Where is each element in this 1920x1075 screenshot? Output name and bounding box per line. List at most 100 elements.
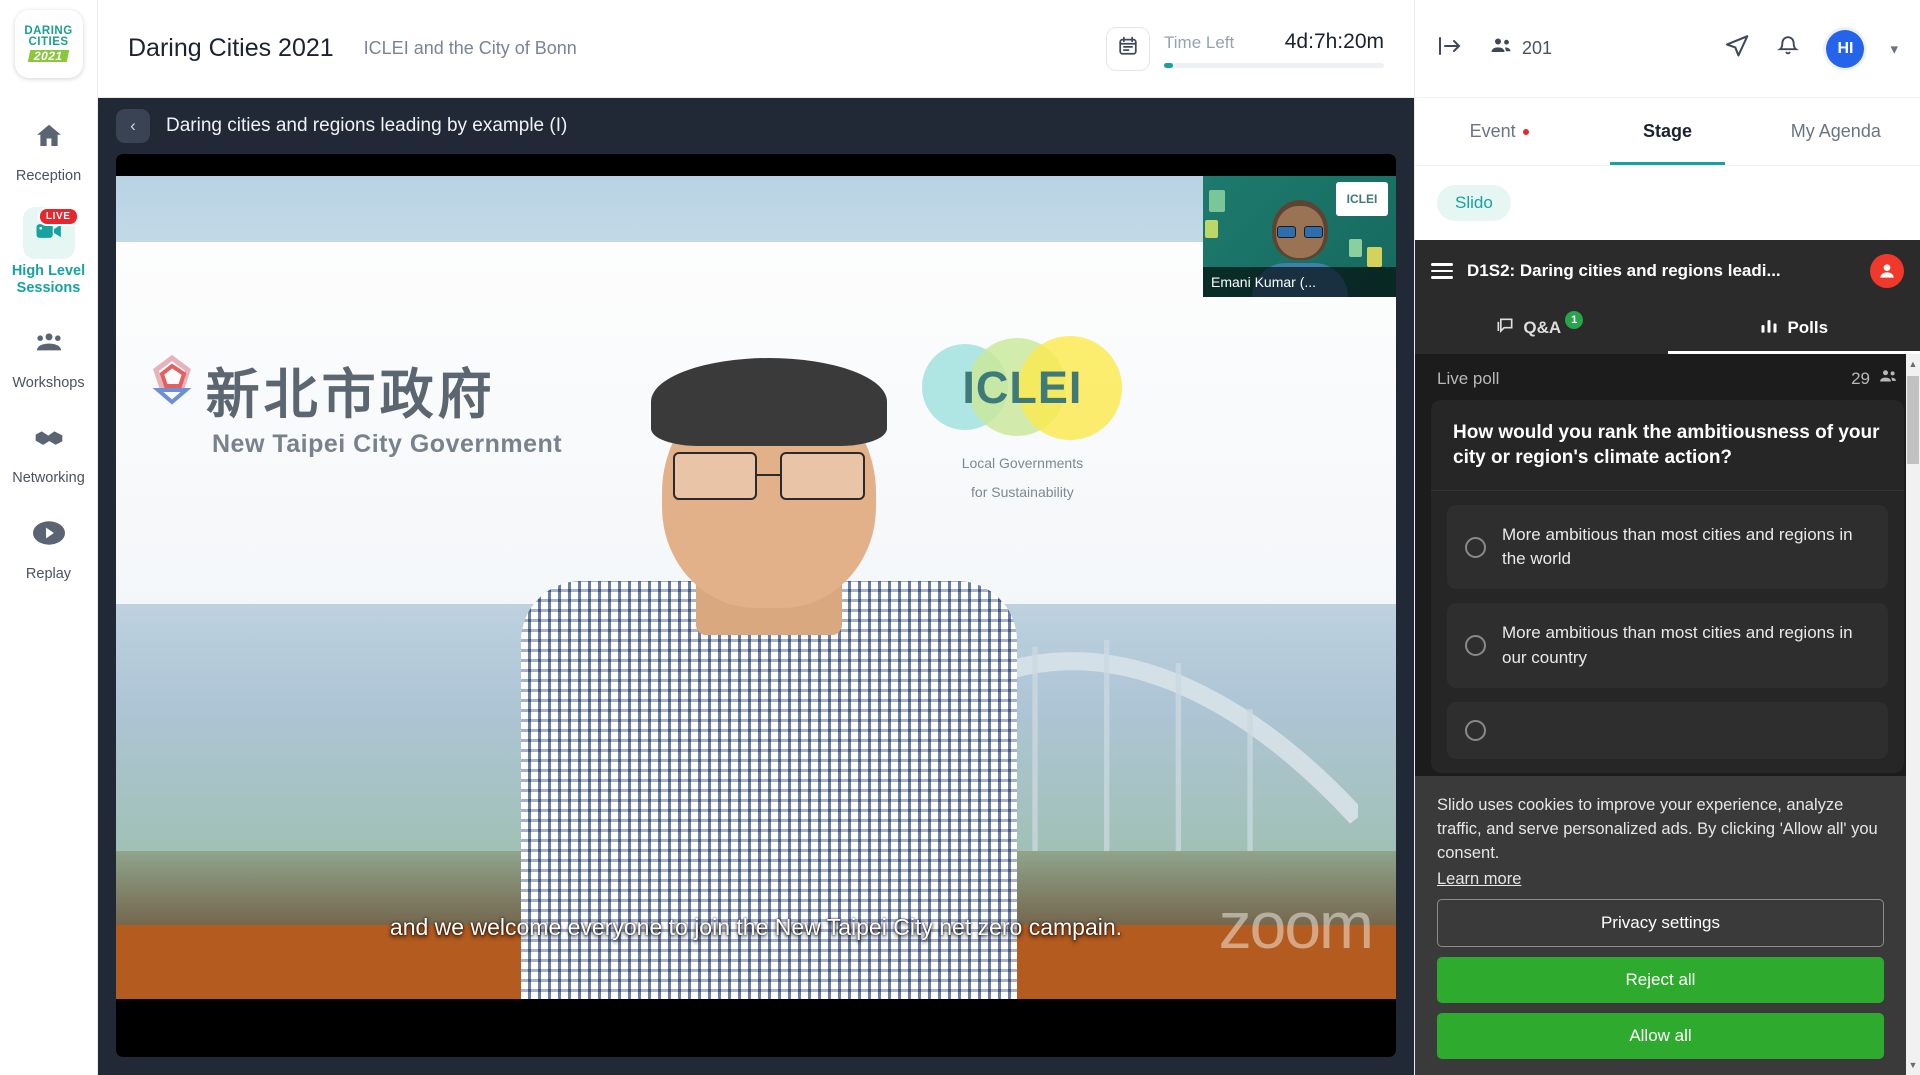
right-panel: 201 HI ▾ Event Stage My Agenda Slido D1S… <box>1414 0 1920 1075</box>
slido-scrollbar-thumb[interactable] <box>1907 376 1919 464</box>
tab-stage[interactable]: Stage <box>1583 98 1751 165</box>
bar-chart-icon <box>1759 316 1779 341</box>
radio-icon <box>1465 719 1486 741</box>
center-column: Daring Cities 2021 ICLEI and the City of… <box>98 0 1414 1075</box>
right-panel-header: 201 HI ▾ <box>1415 0 1920 98</box>
daring-cities-logo[interactable]: DARING CITIES 2021 <box>14 10 83 78</box>
slido-content: Live poll 29 How would you rank the ambi… <box>1415 354 1920 1075</box>
sidebar-item-workshops[interactable]: Workshops <box>0 319 98 392</box>
handshake-icon <box>33 422 65 459</box>
pip-leaf-1 <box>1209 190 1225 212</box>
live-poll-participants: 29 <box>1851 368 1898 390</box>
pip-video-thumbnail[interactable]: ICLEI Emani Kumar (... <box>1203 176 1396 297</box>
people-group-icon <box>33 327 65 364</box>
sidebar-item-replay[interactable]: Replay <box>0 510 98 583</box>
tab-my-agenda[interactable]: My Agenda <box>1752 98 1920 165</box>
sidebar-label-reception: Reception <box>15 168 82 184</box>
speaker-glasses <box>673 452 865 500</box>
pip-leaf-2 <box>1205 220 1218 238</box>
poll-option-2-label: More ambitious than most cities and regi… <box>1502 623 1853 667</box>
stage-chip-row: Slido <box>1415 166 1920 240</box>
scroll-up-arrow-icon[interactable]: ▲ <box>1906 356 1920 372</box>
right-panel-actions: HI ▾ <box>1724 29 1898 68</box>
poll-card: How would you rank the ambitiousness of … <box>1431 400 1904 773</box>
scroll-down-arrow-icon[interactable]: ▼ <box>1906 1057 1920 1073</box>
reception-icon-wrap <box>23 112 75 164</box>
live-badge: LIVE <box>37 207 79 227</box>
logo-line-3: 2021 <box>27 49 70 63</box>
participants-counter[interactable]: 201 <box>1489 36 1552 61</box>
video-scene: 新北市政府 New Taipei City Government ICLEI L… <box>116 176 1396 999</box>
back-button[interactable]: ‹ <box>116 109 150 143</box>
cookie-consent-banner: Slido uses cookies to improve your exper… <box>1415 776 1906 1075</box>
bell-icon[interactable] <box>1776 33 1800 64</box>
slido-scrollbar[interactable]: ▲ ▼ <box>1906 354 1920 1075</box>
workshops-icon-wrap <box>23 319 75 371</box>
sidebar-item-networking[interactable]: Networking <box>0 414 98 487</box>
tab-event-dot <box>1522 128 1529 135</box>
event-timer: Time Left 4d:7h:20m <box>1106 26 1384 71</box>
video-caption: and we welcome everyone to join the New … <box>389 914 1123 940</box>
chevron-down-icon[interactable]: ▾ <box>1890 40 1898 58</box>
chip-slido[interactable]: Slido <box>1437 185 1511 221</box>
right-panel-tabs: Event Stage My Agenda <box>1415 98 1920 166</box>
tab-my-agenda-label: My Agenda <box>1790 121 1881 141</box>
left-sidebar: DARING CITIES 2021 Reception LIVE High L… <box>0 0 98 1075</box>
slido-tab-qa[interactable]: Q&A 1 <box>1415 302 1668 354</box>
sidebar-item-high-level-sessions[interactable]: LIVE High Level Sessions <box>0 207 98 297</box>
tab-event-label: Event <box>1469 121 1516 141</box>
slido-session-title: D1S2: Daring cities and regions leadi... <box>1467 261 1781 280</box>
radio-icon <box>1465 536 1486 558</box>
event-title: Daring Cities 2021 <box>128 34 334 62</box>
live-poll-participant-count: 29 <box>1851 369 1870 388</box>
hamburger-menu-icon[interactable] <box>1431 263 1453 279</box>
pip-iclei-badge: ICLEI <box>1336 182 1388 216</box>
sidebar-item-reception[interactable]: Reception <box>0 112 98 185</box>
calendar-button[interactable] <box>1106 26 1150 71</box>
app-root: DARING CITIES 2021 Reception LIVE High L… <box>0 0 1920 1075</box>
timer-meta: Time Left 4d:7h:20m <box>1164 30 1384 68</box>
slido-tabs: Q&A 1 Polls <box>1415 302 1920 354</box>
slido-tab-qa-label: Q&A <box>1523 318 1562 337</box>
slido-embed: D1S2: Daring cities and regions leadi...… <box>1415 240 1920 1075</box>
pip-lens-left <box>1276 226 1296 238</box>
collapse-panel-button[interactable] <box>1437 35 1463 62</box>
user-avatar-icon[interactable] <box>1870 254 1904 288</box>
cookie-learn-more-link[interactable]: Learn more <box>1437 870 1521 889</box>
calendar-icon <box>1117 35 1139 62</box>
session-title: Daring cities and regions leading by exa… <box>166 115 568 136</box>
live-poll-label: Live poll <box>1437 369 1500 388</box>
new-taipei-logo-icon <box>148 354 200 406</box>
people-icon <box>1878 368 1898 390</box>
pip-lens-right <box>1303 226 1323 238</box>
tab-event[interactable]: Event <box>1415 98 1583 165</box>
top-bar: Daring Cities 2021 ICLEI and the City of… <box>98 0 1414 98</box>
pip-leaf-3 <box>1367 247 1382 267</box>
poll-option-1[interactable]: More ambitious than most cities and regi… <box>1447 505 1888 590</box>
glasses-lens-left <box>673 452 758 500</box>
allow-all-button[interactable]: Allow all <box>1437 1013 1884 1059</box>
logo-line-2: CITIES <box>28 36 69 49</box>
slido-tab-polls[interactable]: Polls <box>1667 302 1920 354</box>
avatar[interactable]: HI <box>1826 29 1865 68</box>
timer-label: Time Left <box>1164 32 1235 52</box>
video-player[interactable]: 新北市政府 New Taipei City Government ICLEI L… <box>116 154 1396 1057</box>
cookie-text: Slido uses cookies to improve your exper… <box>1437 796 1878 863</box>
sidebar-label-networking: Networking <box>12 470 85 487</box>
timer-progress-track <box>1164 62 1384 68</box>
high-level-sessions-icon-wrap: LIVE <box>22 207 79 260</box>
sidebar-label-high-level-sessions: High Level Sessions <box>11 263 86 297</box>
people-icon <box>1489 36 1513 61</box>
timer-progress-fill <box>1164 62 1173 68</box>
chat-bubble-icon <box>1495 316 1515 341</box>
poll-option-3[interactable] <box>1447 701 1888 759</box>
play-circle-icon <box>32 518 65 553</box>
radio-icon <box>1465 635 1486 657</box>
poll-option-2[interactable]: More ambitious than most cities and regi… <box>1447 603 1888 688</box>
collapse-panel-icon <box>1437 35 1463 62</box>
privacy-settings-button[interactable]: Privacy settings <box>1437 899 1884 947</box>
send-icon[interactable] <box>1724 33 1750 64</box>
tab-stage-label: Stage <box>1642 121 1692 141</box>
reject-all-button[interactable]: Reject all <box>1437 957 1884 1003</box>
pip-leaf-4 <box>1349 239 1362 257</box>
